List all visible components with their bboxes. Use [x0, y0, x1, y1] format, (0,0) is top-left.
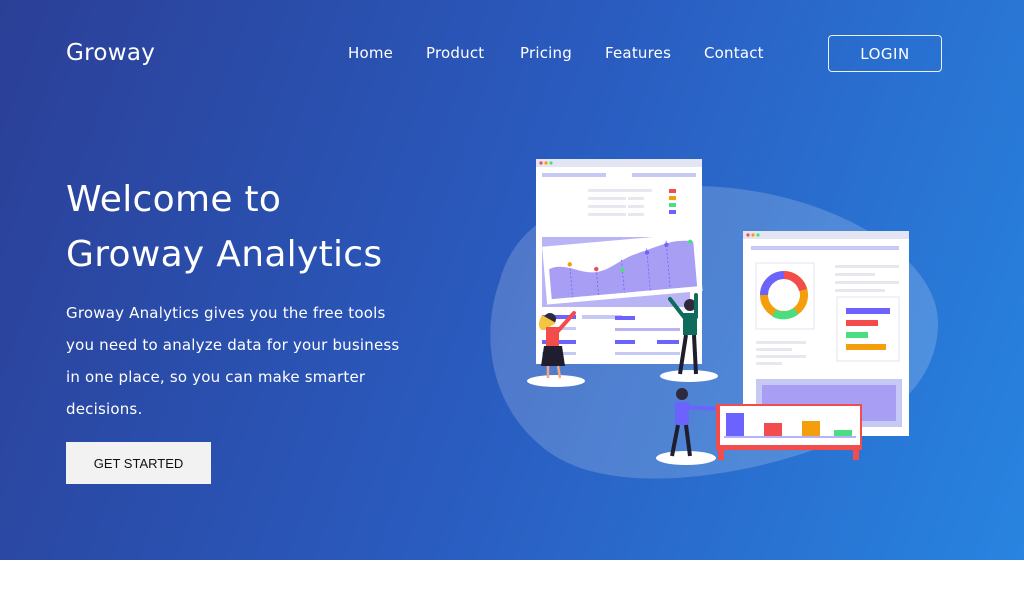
hero-section: Groway Home Product Pricing Features Con…: [0, 0, 1024, 560]
hero-description-line1: Groway Analytics gives you the free tool…: [66, 304, 386, 322]
login-button[interactable]: LOGIN: [828, 35, 942, 72]
hero-description: Groway Analytics gives you the free tool…: [66, 297, 411, 425]
hero-description-line3: in one place, so you can make smarter: [66, 368, 366, 386]
nav-features[interactable]: Features: [605, 44, 671, 62]
nav-contact[interactable]: Contact: [704, 44, 764, 62]
hero-title: Welcome to Groway Analytics: [66, 172, 382, 282]
hero-description-line2: you need to analyze data for your busine…: [66, 336, 400, 354]
hero-description-line4: decisions.: [66, 400, 143, 418]
nav-product[interactable]: Product: [426, 44, 484, 62]
analytics-dashboard-illustration: [490, 159, 939, 479]
hero-title-line1: Welcome to: [66, 179, 282, 220]
get-started-button[interactable]: GET STARTED: [66, 442, 211, 484]
hero-title-line2: Groway Analytics: [66, 234, 383, 275]
nav-home[interactable]: Home: [348, 44, 393, 62]
brand-logo[interactable]: Groway: [66, 40, 155, 66]
nav-pricing[interactable]: Pricing: [520, 44, 572, 62]
